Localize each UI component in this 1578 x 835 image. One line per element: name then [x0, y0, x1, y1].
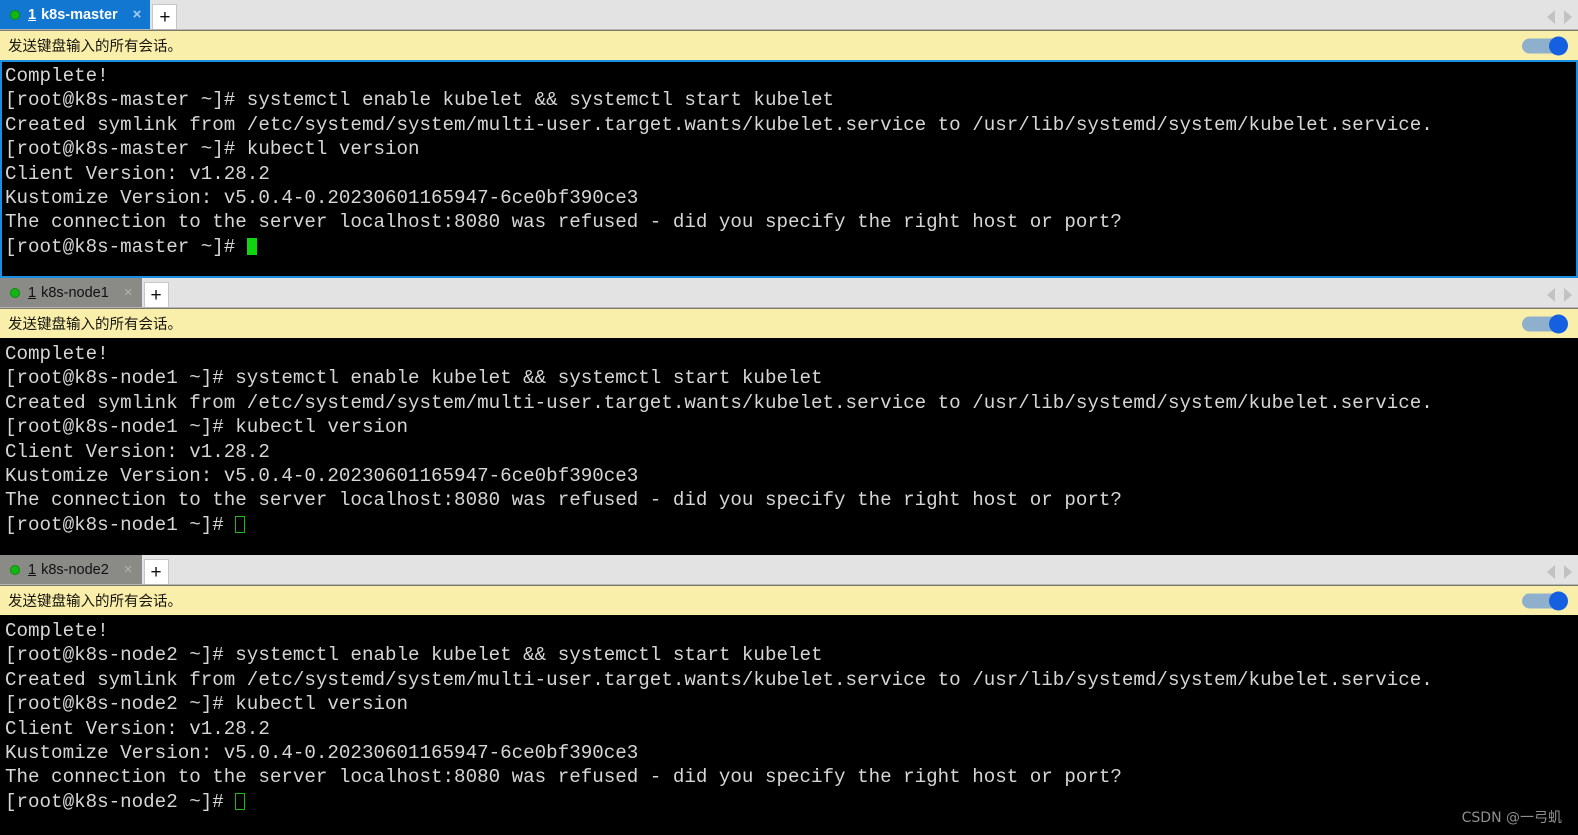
terminal-k8s-node2[interactable]: Complete! [root@k8s-node2 ~]# systemctl …	[0, 615, 1578, 835]
broadcast-toggle[interactable]	[1522, 314, 1568, 333]
terminal-line: [root@k8s-master ~]# systemctl enable ku…	[5, 89, 835, 112]
terminal-line: [root@k8s-node2 ~]# systemctl enable kub…	[5, 644, 823, 667]
terminal-prompt-line: [root@k8s-master ~]#	[5, 235, 1576, 259]
tab-strip-2: 1 k8s-node1 × +	[0, 278, 1578, 308]
scroll-left-arrow-icon[interactable]	[1547, 10, 1555, 24]
terminal-area-3: Complete! [root@k8s-node2 ~]# systemctl …	[0, 615, 1578, 835]
terminal-line: [root@k8s-node1 ~]# kubectl version	[5, 416, 409, 439]
tab-strip-1: 1 k8s-master × +	[0, 0, 1578, 30]
broadcast-bar-1: 发送键盘输入的所有会话。	[0, 30, 1578, 60]
terminal-line: Kustomize Version: v5.0.4-0.202306011659…	[5, 742, 639, 765]
terminal-line: Complete!	[5, 620, 109, 642]
broadcast-label: 发送键盘输入的所有会话。	[8, 594, 182, 610]
cursor-block-icon	[235, 515, 246, 533]
tab-index-label: 1	[28, 561, 37, 578]
terminal-line: The connection to the server localhost:8…	[5, 211, 1122, 234]
new-tab-button[interactable]: +	[143, 282, 169, 307]
toggle-knob	[1549, 314, 1568, 333]
terminal-line: Client Version: v1.28.2	[5, 717, 270, 740]
cursor-block-icon	[246, 237, 257, 255]
session-panel-1: 1 k8s-master × + 发送键盘输入的所有会话。 Complete! …	[0, 0, 1578, 278]
broadcast-toggle[interactable]	[1522, 591, 1568, 610]
tab-scroll-controls-3	[1547, 565, 1572, 579]
close-icon[interactable]: ×	[130, 7, 145, 22]
tab-scroll-controls-1	[1547, 10, 1572, 24]
toggle-knob	[1549, 591, 1568, 610]
toggle-knob	[1549, 36, 1568, 55]
session-panel-2: 1 k8s-node1 × + 发送键盘输入的所有会话。 Complete! […	[0, 278, 1578, 555]
terminal-line: [root@k8s-master ~]# kubectl version	[5, 138, 420, 161]
green-status-dot-icon	[10, 564, 20, 575]
green-status-dot-icon	[10, 287, 20, 298]
terminal-prompt-line: [root@k8s-node2 ~]#	[5, 790, 1576, 814]
new-tab-button[interactable]: +	[143, 559, 169, 584]
terminal-line: Created symlink from /etc/systemd/system…	[5, 113, 1433, 136]
tab-title-label: k8s-node1	[41, 284, 109, 301]
new-tab-button[interactable]: +	[152, 4, 178, 29]
scroll-left-arrow-icon[interactable]	[1547, 288, 1555, 302]
green-status-dot-icon	[10, 9, 20, 20]
terminal-prompt-line: [root@k8s-node1 ~]#	[5, 513, 1576, 537]
terminal-line: Client Version: v1.28.2	[5, 440, 270, 463]
terminal-area-1: Complete! [root@k8s-master ~]# systemctl…	[0, 60, 1578, 278]
tab-k8s-node2[interactable]: 1 k8s-node2 ×	[0, 555, 142, 584]
terminal-line: The connection to the server localhost:8…	[5, 489, 1122, 512]
terminal-line: Created symlink from /etc/systemd/system…	[5, 391, 1433, 414]
terminal-line: Complete!	[5, 343, 109, 365]
scroll-right-arrow-icon[interactable]	[1564, 565, 1572, 579]
terminal-k8s-node1[interactable]: Complete! [root@k8s-node1 ~]# systemctl …	[0, 338, 1578, 555]
broadcast-bar-3: 发送键盘输入的所有会话。	[0, 585, 1578, 615]
terminal-line: [root@k8s-node1 ~]# systemctl enable kub…	[5, 367, 823, 390]
tab-k8s-master[interactable]: 1 k8s-master ×	[0, 0, 151, 29]
broadcast-label: 发送键盘输入的所有会话。	[8, 317, 182, 333]
session-panel-3: 1 k8s-node2 × + 发送键盘输入的所有会话。 Complete! […	[0, 555, 1578, 835]
terminal-area-2: Complete! [root@k8s-node1 ~]# systemctl …	[0, 338, 1578, 555]
broadcast-label: 发送键盘输入的所有会话。	[8, 39, 182, 55]
terminal-line: The connection to the server localhost:8…	[5, 766, 1122, 789]
scroll-right-arrow-icon[interactable]	[1564, 288, 1572, 302]
tab-index-label: 1	[28, 284, 37, 301]
tab-title-label: k8s-master	[41, 6, 118, 23]
tab-scroll-controls-2	[1547, 288, 1572, 302]
tab-title-label: k8s-node2	[41, 561, 109, 578]
terminal-line: Kustomize Version: v5.0.4-0.202306011659…	[5, 187, 639, 210]
scroll-left-arrow-icon[interactable]	[1547, 565, 1555, 579]
terminal-line: Complete!	[5, 65, 109, 87]
tab-k8s-node1[interactable]: 1 k8s-node1 ×	[0, 278, 142, 307]
prompt-text: [root@k8s-node2 ~]#	[5, 790, 236, 813]
terminal-app-window: 1 k8s-master × + 发送键盘输入的所有会话。 Complete! …	[0, 0, 1578, 835]
cursor-block-icon	[235, 792, 246, 810]
broadcast-bar-2: 发送键盘输入的所有会话。	[0, 308, 1578, 338]
scroll-right-arrow-icon[interactable]	[1564, 10, 1572, 24]
terminal-line: [root@k8s-node2 ~]# kubectl version	[5, 693, 409, 716]
tab-index-label: 1	[28, 6, 37, 23]
prompt-text: [root@k8s-node1 ~]#	[5, 513, 236, 536]
tab-strip-3: 1 k8s-node2 × +	[0, 555, 1578, 585]
terminal-line: Client Version: v1.28.2	[5, 162, 270, 185]
close-icon[interactable]: ×	[121, 285, 136, 300]
prompt-text: [root@k8s-master ~]#	[5, 235, 247, 258]
close-icon[interactable]: ×	[121, 562, 136, 577]
terminal-line: Kustomize Version: v5.0.4-0.202306011659…	[5, 465, 639, 488]
terminal-line: Created symlink from /etc/systemd/system…	[5, 668, 1433, 691]
broadcast-toggle[interactable]	[1522, 36, 1568, 55]
terminal-k8s-master[interactable]: Complete! [root@k8s-master ~]# systemctl…	[0, 60, 1578, 278]
